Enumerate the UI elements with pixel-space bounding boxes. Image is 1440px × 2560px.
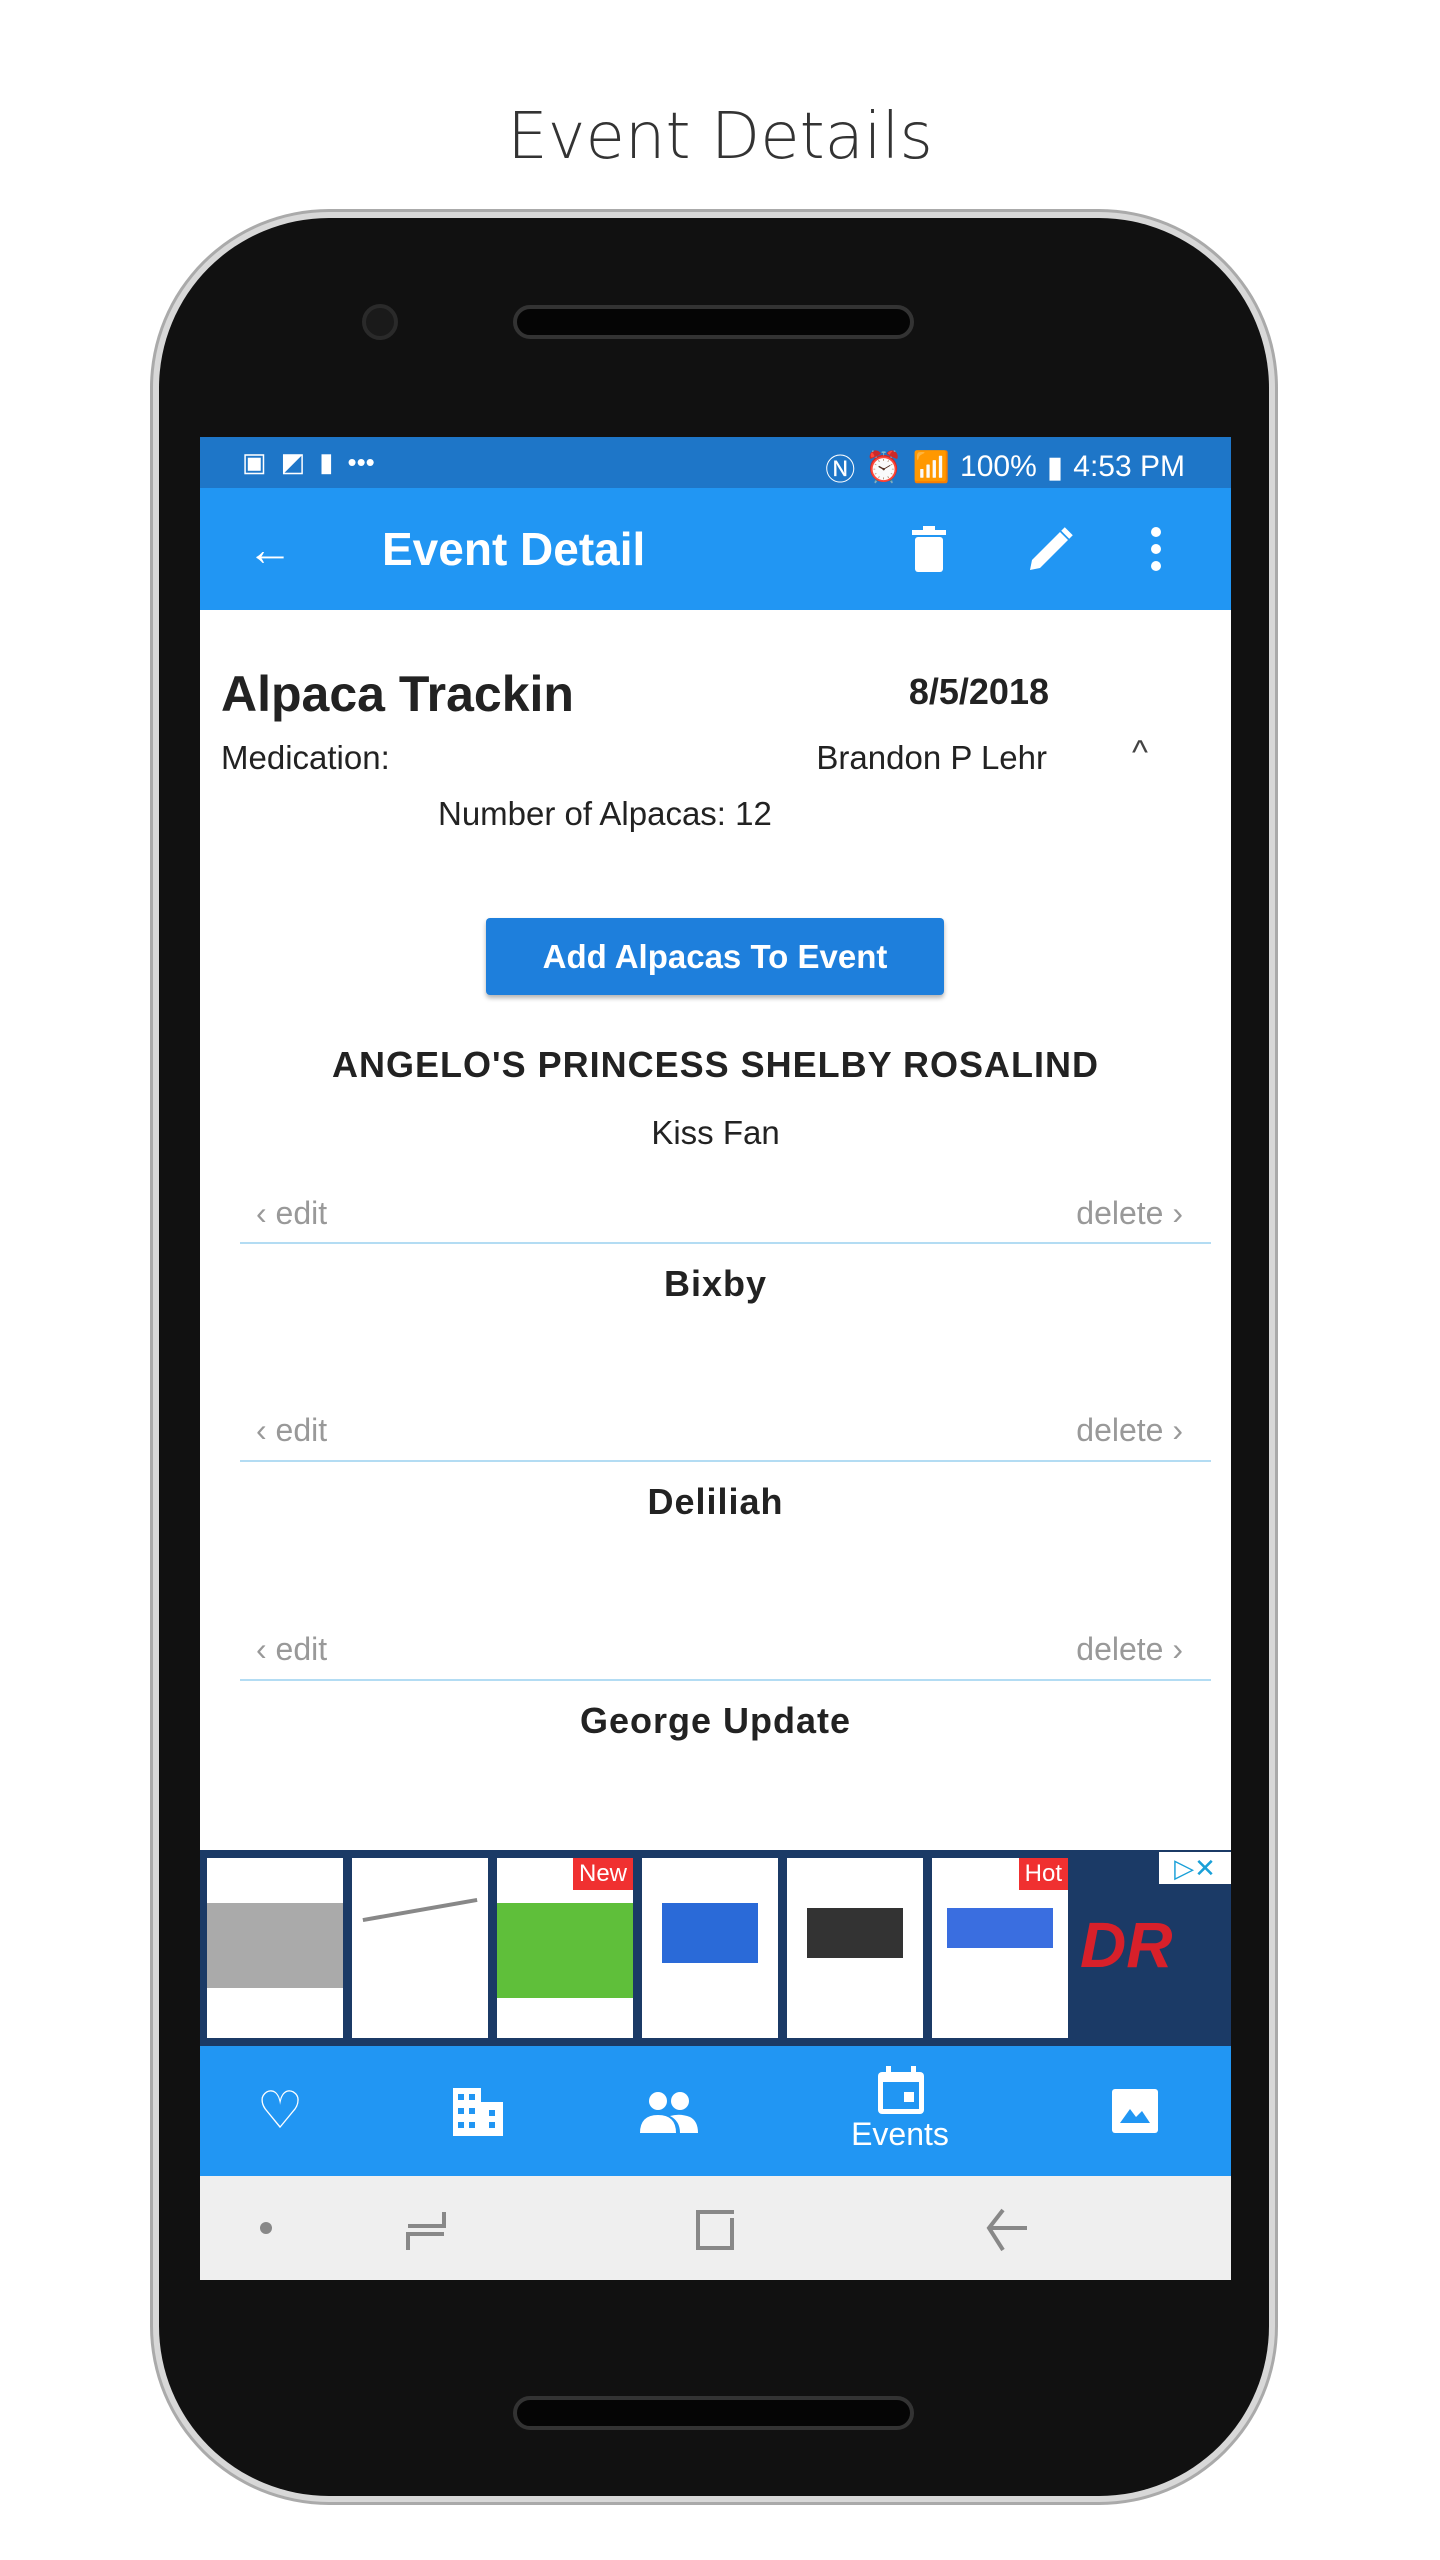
- alpaca-name[interactable]: George Update: [200, 1700, 1231, 1742]
- calendar-icon[interactable]: [878, 2066, 924, 2114]
- top-speaker: [513, 305, 914, 339]
- image-icon: ▣: [242, 447, 267, 477]
- alpaca-name[interactable]: ANGELO'S PRINCESS SHELBY ROSALIND: [200, 1044, 1231, 1086]
- back-arrow-icon[interactable]: ←: [240, 519, 300, 579]
- page-title: Event Details: [507, 100, 933, 174]
- ad-product-tile[interactable]: [352, 1858, 488, 2038]
- collapse-chevron-up-icon[interactable]: ^: [1120, 733, 1160, 773]
- wifi-signal-icon: 📶: [912, 450, 951, 484]
- ad-banner[interactable]: New Hot DR ▷✕: [200, 1850, 1231, 2046]
- event-name: Alpaca Trackin: [221, 666, 574, 722]
- delete-action[interactable]: delete ›: [1076, 1631, 1183, 1668]
- notification-icons: ▣ ◩ ▮ •••: [242, 447, 375, 478]
- ad-product-tile[interactable]: [787, 1858, 923, 2038]
- people-icon[interactable]: [640, 2091, 698, 2133]
- add-alpacas-button[interactable]: Add Alpacas To Event: [486, 918, 944, 995]
- divider: [240, 1460, 1211, 1462]
- heart-icon[interactable]: ♡: [250, 2081, 310, 2141]
- alpaca-name[interactable]: Deliliah: [200, 1481, 1231, 1523]
- ad-product-tile[interactable]: Hot: [932, 1858, 1068, 2038]
- back-icon[interactable]: [983, 2208, 1027, 2257]
- recent-apps-icon[interactable]: [406, 2210, 446, 2255]
- screen: ▣ ◩ ▮ ••• Ⓝ ⏰ 📶 100% ▮ 4:53 PM ← Event Detail…: [200, 437, 1231, 2280]
- new-tag: New: [572, 1858, 633, 1890]
- delete-action[interactable]: delete ›: [1076, 1412, 1183, 1449]
- dot-icon: [260, 2222, 272, 2234]
- nfc-icon: Ⓝ: [825, 454, 856, 487]
- ad-product-tile[interactable]: [642, 1858, 778, 2038]
- nav-events-label[interactable]: Events: [820, 2116, 980, 2153]
- bottom-nav: ♡ Events: [200, 2046, 1231, 2176]
- edit-action[interactable]: ‹ edit: [256, 1631, 327, 1668]
- event-person: Brandon P Lehr: [816, 739, 1047, 776]
- ad-product-tile[interactable]: New: [497, 1858, 633, 2038]
- hot-tag: Hot: [1018, 1858, 1068, 1890]
- app-bar-title: Event Detail: [382, 523, 646, 575]
- adchoices-close-icon[interactable]: ▷✕: [1159, 1852, 1231, 1884]
- bottom-speaker: [513, 2396, 914, 2430]
- alpaca-name[interactable]: Bixby: [200, 1263, 1231, 1305]
- alpaca-count: Number of Alpacas: 12: [438, 795, 772, 832]
- divider: [240, 1679, 1211, 1681]
- trash-icon[interactable]: [912, 526, 946, 572]
- activity-icon: ◩: [280, 447, 306, 477]
- app-bar: ← Event Detail: [200, 488, 1231, 610]
- event-date: 8/5/2018: [908, 671, 1049, 712]
- battery-icon: ▮: [1046, 450, 1064, 484]
- home-icon[interactable]: [694, 2210, 736, 2255]
- more-dots-icon: •••: [347, 447, 375, 477]
- pencil-icon[interactable]: [1026, 526, 1074, 574]
- more-vert-icon[interactable]: [1146, 524, 1166, 574]
- event-type: Medication:: [221, 739, 390, 776]
- clock: 4:53 PM: [1073, 450, 1185, 483]
- battery-percent: 100%: [960, 450, 1037, 483]
- delete-action[interactable]: delete ›: [1076, 1195, 1183, 1232]
- edit-action[interactable]: ‹ edit: [256, 1195, 327, 1232]
- edit-action[interactable]: ‹ edit: [256, 1412, 327, 1449]
- building-icon[interactable]: [453, 2088, 503, 2136]
- battery-100-icon: ▮: [319, 447, 334, 477]
- status-bar: ▣ ◩ ▮ ••• Ⓝ ⏰ 📶 100% ▮ 4:53 PM: [200, 437, 1231, 488]
- alpaca-subtitle: Kiss Fan: [651, 1114, 780, 1151]
- divider: [240, 1242, 1211, 1244]
- front-camera: [362, 304, 398, 340]
- ad-product-tile[interactable]: [207, 1858, 343, 2038]
- image-icon[interactable]: [1112, 2089, 1158, 2133]
- system-status: Ⓝ ⏰ 📶 100% ▮ 4:53 PM: [825, 445, 1185, 489]
- ad-brand-logo: DR: [1080, 1909, 1173, 1981]
- system-nav-bar: [200, 2176, 1231, 2280]
- alarm-icon: ⏰: [865, 450, 903, 484]
